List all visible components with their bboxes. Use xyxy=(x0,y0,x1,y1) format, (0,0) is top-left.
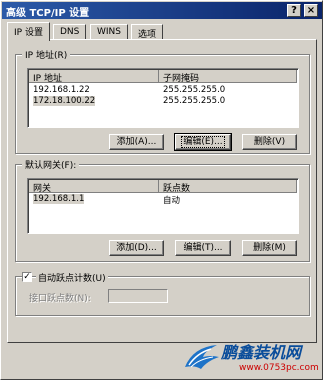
gw-edit-button[interactable]: 编辑(T)... xyxy=(175,240,231,256)
tab-ip-settings[interactable]: IP 设置 xyxy=(7,22,50,41)
tab-panel: IP 地址(R) IP 地址 子网掩码 192.168.1.22 255.255… xyxy=(7,39,317,343)
gateway-list[interactable]: 网关 跃点数 192.168.1.1 自动 xyxy=(27,178,299,234)
ip-edit-label: 编辑(E)... xyxy=(181,136,225,148)
interface-metric-label: 接口跃点数(N): xyxy=(29,294,91,304)
ip-list-header: IP 地址 子网掩码 xyxy=(29,70,297,84)
gw-edit-label: 编辑(T)... xyxy=(183,243,223,253)
metric-group: ✓ 自动跃点计数(U) 接口跃点数(N): xyxy=(15,271,310,316)
header-metric[interactable]: 跃点数 xyxy=(159,180,297,194)
header-ip-address[interactable]: IP 地址 xyxy=(29,70,159,84)
close-button[interactable]: × xyxy=(304,4,318,17)
metric-cell: 自动 xyxy=(163,196,181,206)
bird-logo-icon xyxy=(185,345,219,369)
mask-cell: 255.255.255.0 xyxy=(163,85,226,95)
tab-dns[interactable]: DNS xyxy=(53,24,87,40)
auto-metric-checkbox[interactable]: ✓ xyxy=(22,272,32,282)
table-row[interactable]: 192.168.1.1 自动 xyxy=(29,194,297,206)
table-row[interactable]: 172.18.100.22 255.255.255.0 xyxy=(29,96,297,107)
tab-wins[interactable]: WINS xyxy=(90,24,128,40)
window-title: 高级 TCP/IP 设置 xyxy=(6,8,90,19)
ip-address-list[interactable]: IP 地址 子网掩码 192.168.1.22 255.255.255.0 17… xyxy=(27,68,299,128)
gateway-cell: 192.168.1.1 xyxy=(33,194,85,204)
table-row[interactable]: 192.168.1.22 255.255.255.0 xyxy=(29,85,297,96)
header-gateway[interactable]: 网关 xyxy=(29,180,159,194)
ip-add-button[interactable]: 添加(A)... xyxy=(109,134,164,150)
gateway-group-title: 默认网关(F): xyxy=(22,158,80,171)
gw-add-label: 添加(D)... xyxy=(116,243,157,253)
ip-delete-label: 删除(V) xyxy=(253,137,286,147)
gw-add-button[interactable]: 添加(D)... xyxy=(109,240,164,256)
gw-delete-label: 删除(M) xyxy=(253,243,286,253)
dialog-window: 高级 TCP/IP 设置 ? × IP 设置 DNS WINS 选项 IP 地址… xyxy=(0,0,323,380)
watermark-brand: 鹏鑫装机网 xyxy=(221,343,302,362)
ip-cell: 192.168.1.22 xyxy=(33,85,90,95)
header-subnet-mask[interactable]: 子网掩码 xyxy=(159,70,297,84)
gateway-group: 默认网关(F): 网关 跃点数 192.168.1.1 自动 添加(D)... … xyxy=(15,158,310,262)
ip-address-group: IP 地址(R) IP 地址 子网掩码 192.168.1.22 255.255… xyxy=(15,48,310,154)
mask-cell: 255.255.255.0 xyxy=(163,96,226,106)
tab-options[interactable]: 选项 xyxy=(131,24,164,40)
auto-metric-label[interactable]: 自动跃点计数(U) xyxy=(36,271,108,284)
gw-delete-button[interactable]: 删除(M) xyxy=(242,240,297,256)
ip-add-label: 添加(A)... xyxy=(116,137,157,147)
title-bar[interactable]: 高级 TCP/IP 设置 ? × xyxy=(2,2,322,19)
help-button[interactable]: ? xyxy=(287,4,301,17)
watermark-url: www.0753pc.com xyxy=(239,363,319,373)
interface-metric-input[interactable] xyxy=(108,289,168,303)
ip-cell: 172.18.100.22 xyxy=(33,96,96,106)
ip-delete-button[interactable]: 删除(V) xyxy=(242,134,297,150)
watermark-logo: 鹏鑫装机网 www.0753pc.com xyxy=(181,337,323,380)
gateway-list-header: 网关 跃点数 xyxy=(29,180,297,194)
ip-group-title: IP 地址(R) xyxy=(22,48,71,61)
ip-edit-button[interactable]: 编辑(E)... xyxy=(174,133,232,151)
